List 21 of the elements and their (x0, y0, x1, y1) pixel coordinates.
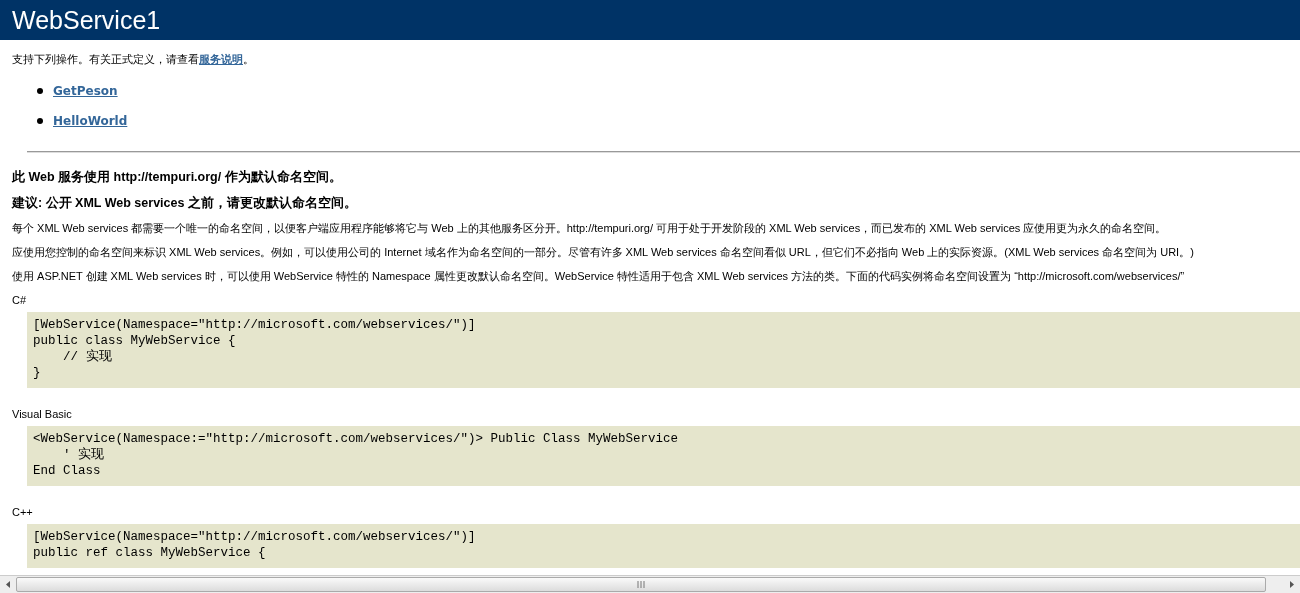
language-label: C++ (12, 506, 34, 518)
paragraph: 每个 XML Web services 都需要一个唯一的命名空间，以便客户端应用程序能够将它与 Web 上的其他服务区分开。http://tempuri.org/ 可用于处于开发阶段的 XML Web services，而已发布的 XML Web services 应使用更为永久的命名空间。 (12, 221, 1168, 236)
operation-link[interactable]: GetPeson (53, 84, 118, 98)
scrollbar-thumb[interactable] (16, 577, 1266, 592)
language-label: C# (12, 294, 28, 306)
section-heading: 建议: 公开 XML Web services 之前，请更改默认命名空间。 (12, 195, 358, 212)
paragraph: 使用 ASP.NET 创建 XML Web services 时，可以使用 WebService 特性的 Namespace 属性更改默认命名空间。WebService 特性适用于包含 XML Web services 方法的类。下面的代码实例将命名空间设置为 “http://microsoft.com/webservices/” (12, 269, 1186, 284)
intro-text: 支持下列操作。有关正式定义，请查看服务说明。 (12, 52, 255, 67)
section-heading: 此 Web 服务使用 http://tempuri.org/ 作为默认命名空间。 (12, 169, 343, 186)
code-block: [WebService(Namespace="http://microsoft.com/webservices/")] public ref class MyWebService { (27, 524, 1300, 568)
code-block: [WebService(Namespace="http://microsoft.com/webservices/")] public class MyWebService { // 实现 } (27, 312, 1300, 388)
bullet-icon (37, 118, 43, 124)
paragraph: 应使用您控制的命名空间来标识 XML Web services。例如，可以使用公司的 Internet 域名作为命名空间的一部分。尽管有许多 XML Web services 命名空间看似 URL，但它们不必指向 Web 上的实际资源。(XML Web services 命名空间为 URI。) (12, 245, 1195, 260)
operation-link[interactable]: HelloWorld (53, 114, 128, 128)
service-description-link[interactable]: 服务说明 (199, 53, 243, 66)
horizontal-scrollbar[interactable] (0, 575, 1300, 593)
language-label: Visual Basic (12, 408, 73, 420)
bullet-icon (37, 88, 43, 94)
code-block: <WebService(Namespace:="http://microsoft.com/webservices/")> Public Class MyWebService ' 实现 End Class (27, 426, 1300, 486)
grip-icon (637, 581, 645, 588)
page-title: WebService1 (12, 5, 161, 35)
